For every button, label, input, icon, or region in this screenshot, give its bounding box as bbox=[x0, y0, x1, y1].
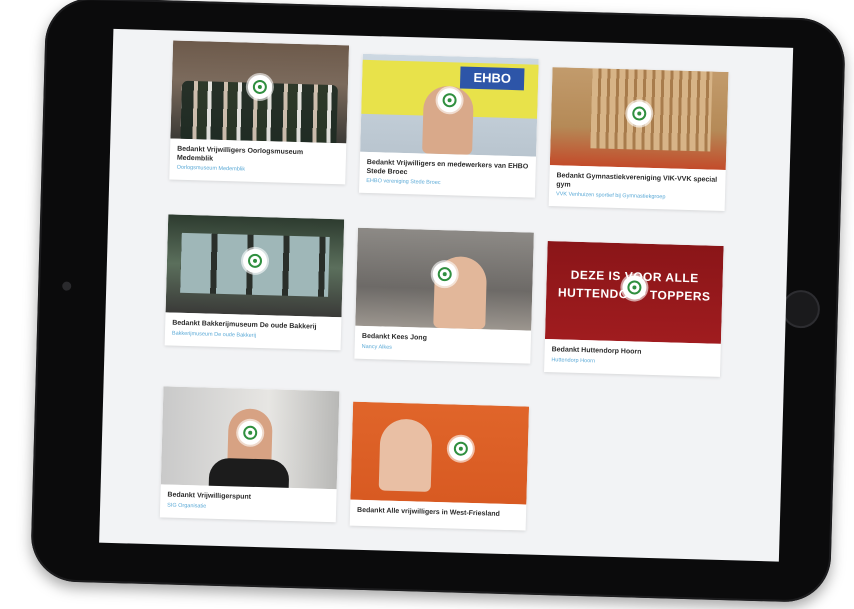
video-thumbnail[interactable] bbox=[549, 67, 729, 170]
video-card[interactable]: DEZE IS VOOR ALLE HUTTENDORP TOPPERS Bed… bbox=[544, 241, 724, 377]
thumbnail-sign-text: EHBO bbox=[459, 66, 525, 91]
card-body: Bedankt Vrijwilligerspunt SIG Organisati… bbox=[160, 484, 337, 521]
card-title[interactable]: Bedankt Vrijwilligers en medewerkers van… bbox=[366, 159, 528, 181]
card-body: Bedankt Huttendorp Hoorn Huttendorp Hoor… bbox=[544, 339, 721, 376]
card-body: Bedankt Gymnastiekvereniging VIK-VVK spe… bbox=[549, 165, 726, 211]
video-thumbnail[interactable] bbox=[355, 227, 534, 331]
thumbnail-image-person-body bbox=[208, 457, 290, 490]
card-title[interactable]: Bedankt Gymnastiekvereniging VIK-VVK spe… bbox=[556, 172, 718, 194]
card-title[interactable]: Bedankt Alle vrijwilligers in West-Fries… bbox=[357, 507, 519, 520]
card-body: Bedankt Kees Jong Nancy Alkes bbox=[354, 326, 531, 363]
video-card[interactable]: Bedankt Kees Jong Nancy Alkes bbox=[354, 227, 534, 364]
thumbnail-image-person bbox=[378, 418, 433, 492]
tablet-frame: Bedankt Vrijwilligers Oorlogsmuseum Mede… bbox=[30, 0, 846, 604]
scene: Bedankt Vrijwilligers Oorlogsmuseum Mede… bbox=[0, 0, 854, 609]
camera-icon bbox=[62, 281, 72, 291]
video-card[interactable]: Bedankt Alle vrijwilligers in West-Fries… bbox=[349, 401, 530, 531]
video-card[interactable]: Bedankt Bakkerijmuseum De oude Bakkerij … bbox=[164, 214, 345, 350]
video-thumbnail[interactable]: EHBO bbox=[360, 53, 539, 157]
card-body: Bedankt Bakkerijmuseum De oude Bakkerij … bbox=[165, 312, 342, 349]
video-thumbnail[interactable] bbox=[165, 214, 345, 318]
video-thumbnail[interactable]: DEZE IS VOOR ALLE HUTTENDORP TOPPERS bbox=[544, 241, 724, 344]
home-button[interactable] bbox=[781, 289, 821, 329]
video-thumbnail[interactable] bbox=[160, 386, 340, 490]
card-body: Bedankt Alle vrijwilligers in West-Fries… bbox=[350, 500, 527, 530]
video-card[interactable]: Bedankt Vrijwilligerspunt SIG Organisati… bbox=[159, 386, 340, 522]
thumbnail-image bbox=[350, 401, 530, 505]
video-grid: Bedankt Vrijwilligers Oorlogsmuseum Mede… bbox=[159, 31, 733, 560]
video-card[interactable]: EHBO Bedankt Vrijwilligers en medewerker… bbox=[358, 53, 539, 198]
tablet-screen: Bedankt Vrijwilligers Oorlogsmuseum Mede… bbox=[99, 28, 794, 562]
thumbnail-image-wallbars bbox=[590, 68, 713, 152]
card-body: Bedankt Vrijwilligers en medewerkers van… bbox=[359, 152, 536, 198]
video-thumbnail[interactable] bbox=[350, 401, 530, 505]
card-body: Bedankt Vrijwilligers Oorlogsmuseum Mede… bbox=[169, 138, 346, 184]
video-thumbnail[interactable] bbox=[170, 40, 350, 144]
card-title[interactable]: Bedankt Vrijwilligers Oorlogsmuseum Mede… bbox=[177, 146, 339, 168]
video-card[interactable]: Bedankt Gymnastiekvereniging VIK-VVK spe… bbox=[548, 67, 729, 211]
video-card[interactable]: Bedankt Vrijwilligers Oorlogsmuseum Mede… bbox=[169, 40, 350, 185]
